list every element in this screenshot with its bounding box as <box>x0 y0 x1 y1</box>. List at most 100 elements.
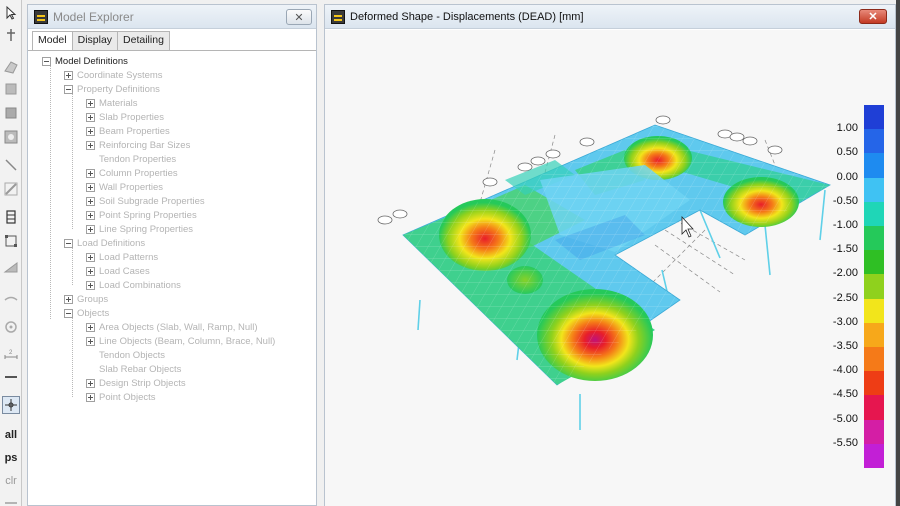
collapse-icon[interactable] <box>64 238 73 248</box>
tree-node-property-definitions[interactable]: Property Definitions <box>64 82 160 96</box>
tree-node-wall-properties[interactable]: Wall Properties <box>86 180 163 194</box>
legend-value-label: -4.00 <box>832 364 858 377</box>
draw-wall-icon[interactable] <box>2 232 20 250</box>
tree-node-groups[interactable]: Groups <box>64 292 108 306</box>
tree-node-materials[interactable]: Materials <box>86 96 138 110</box>
expand-icon[interactable] <box>86 378 95 388</box>
tree-node-model-definitions[interactable]: Model Definitions <box>42 54 128 68</box>
tree-node-load-combinations[interactable]: Load Combinations <box>86 278 181 292</box>
tab-detailing[interactable]: Detailing <box>117 31 170 50</box>
legend-color-swatch <box>864 443 884 469</box>
expand-icon[interactable] <box>86 168 95 178</box>
legend-value-label: 0.50 <box>836 146 858 159</box>
tab-display[interactable]: Display <box>71 31 119 50</box>
legend-value-label: -3.50 <box>832 340 858 352</box>
model-explorer-title: Model Explorer <box>53 9 134 24</box>
legend-color-swatch <box>864 322 884 348</box>
expand-icon[interactable] <box>86 266 95 276</box>
draw-quad-icon[interactable] <box>2 104 20 122</box>
collapse-icon[interactable] <box>42 56 51 66</box>
svg-text:2: 2 <box>9 350 13 356</box>
draw-area-icon[interactable] <box>2 58 20 76</box>
expand-icon[interactable] <box>86 252 95 262</box>
tree-node-slab-properties[interactable]: Slab Properties <box>86 110 164 124</box>
expand-icon[interactable] <box>86 182 95 192</box>
expand-icon[interactable] <box>86 196 95 206</box>
previous-selection-button[interactable]: ps <box>0 452 22 464</box>
legend-value-label: -5.00 <box>832 412 858 425</box>
model-3d-view[interactable]: 1.00 0.50 0.00 -0.50 -1.00 -1.50 -2.00 -2.50 -3.… <box>325 30 895 506</box>
legend-color-swatch <box>864 105 884 130</box>
snap-icon[interactable] <box>2 396 20 414</box>
right-edge-scrollbar[interactable] <box>896 0 900 506</box>
select-all-button[interactable]: all <box>0 429 22 441</box>
expand-icon[interactable] <box>86 322 95 332</box>
deformed-shape-titlebar[interactable]: Deformed Shape - Displacements (DEAD) [m… <box>325 5 895 29</box>
collapse-icon[interactable] <box>64 308 73 318</box>
legend-color-swatch <box>864 371 884 396</box>
tree-node-coordinate-systems[interactable]: Coordinate Systems <box>64 68 163 82</box>
expand-icon[interactable] <box>86 336 95 346</box>
expand-icon[interactable] <box>86 280 95 290</box>
dimension-icon[interactable]: 2 <box>2 344 20 362</box>
tree-node-load-cases[interactable]: Load Cases <box>86 264 150 278</box>
expand-icon[interactable] <box>86 224 95 234</box>
tree-node-point-objects[interactable]: Point Objects <box>86 390 156 404</box>
expand-icon[interactable] <box>86 210 95 220</box>
collapse-icon[interactable] <box>64 84 73 94</box>
expand-icon[interactable] <box>86 112 95 122</box>
tree-node-tendon-properties[interactable]: Tendon Properties <box>99 152 176 166</box>
tree-node-load-patterns[interactable]: Load Patterns <box>86 250 158 264</box>
model-explorer-close-button[interactable]: ✕ <box>286 9 312 25</box>
deformed-shape-window: Deformed Shape - Displacements (DEAD) [m… <box>324 4 896 506</box>
draw-line-icon[interactable] <box>2 156 20 174</box>
legend-color-swatch <box>864 226 884 251</box>
draw-ramp-icon[interactable] <box>2 258 20 276</box>
legend-value-label: -1.00 <box>832 219 858 231</box>
expand-icon[interactable] <box>64 294 73 304</box>
legend-value-label: -3.00 <box>832 315 858 328</box>
left-toolbar: 2 all ps clr <box>0 0 22 506</box>
expand-icon[interactable] <box>86 98 95 108</box>
deformed-shape-title: Deformed Shape - Displacements (DEAD) [m… <box>350 10 584 23</box>
expand-icon[interactable] <box>64 70 73 80</box>
draw-column-icon[interactable] <box>2 208 20 226</box>
tree-node-line-spring-properties[interactable]: Line Spring Properties <box>86 222 193 236</box>
pan-icon[interactable] <box>2 26 20 44</box>
draw-rectangle-icon[interactable] <box>2 80 20 98</box>
draw-tendon-icon[interactable] <box>2 290 20 308</box>
expand-icon[interactable] <box>86 392 95 402</box>
tree-node-point-spring-properties[interactable]: Point Spring Properties <box>86 208 197 222</box>
legend-color-swatch <box>864 250 884 275</box>
draw-beam-icon[interactable] <box>2 180 20 198</box>
tree-node-beam-properties[interactable]: Beam Properties <box>86 124 170 138</box>
draw-point-icon[interactable] <box>2 318 20 336</box>
legend-value-label: -5.50 <box>832 436 858 449</box>
clear-selection-button[interactable]: clr <box>0 475 22 487</box>
extra-tool-icon[interactable] <box>2 494 20 506</box>
tab-model[interactable]: Model <box>32 31 73 51</box>
tree-node-tendon-objects[interactable]: Tendon Objects <box>99 348 165 362</box>
tree-node-slab-rebar-objects[interactable]: Slab Rebar Objects <box>99 362 181 376</box>
tree-node-column-properties[interactable]: Column Properties <box>86 166 178 180</box>
tree-node-line-objects[interactable]: Line Objects (Beam, Column, Brace, Null) <box>86 334 275 348</box>
expand-icon[interactable] <box>86 126 95 136</box>
tree-node-reinforcing-bar-sizes[interactable]: Reinforcing Bar Sizes <box>86 138 190 152</box>
tree-node-objects[interactable]: Objects <box>64 306 109 320</box>
legend-value-label: 0.00 <box>836 170 858 183</box>
tree-node-area-objects[interactable]: Area Objects (Slab, Wall, Ramp, Null) <box>86 320 258 334</box>
legend-value-label: -1.50 <box>832 243 858 256</box>
tree-node-design-strip-objects[interactable]: Design Strip Objects <box>86 376 186 390</box>
tree-node-soil-subgrade-properties[interactable]: Soil Subgrade Properties <box>86 194 205 208</box>
model-explorer-titlebar[interactable]: Model Explorer <box>28 5 316 29</box>
draw-strip-icon[interactable] <box>2 368 20 386</box>
pointer-icon[interactable] <box>2 4 20 22</box>
draw-opening-icon[interactable] <box>2 128 20 146</box>
tree-node-load-definitions[interactable]: Load Definitions <box>64 236 145 250</box>
legend-color-swatch <box>864 419 884 445</box>
deformed-shape-close-button[interactable]: ✕ <box>859 9 887 24</box>
model-explorer-window: Model Explorer ✕ Model Display Detailing… <box>27 4 317 506</box>
legend-color-swatch <box>864 395 884 421</box>
expand-icon[interactable] <box>86 140 95 150</box>
legend-value-label: -0.50 <box>832 194 858 207</box>
